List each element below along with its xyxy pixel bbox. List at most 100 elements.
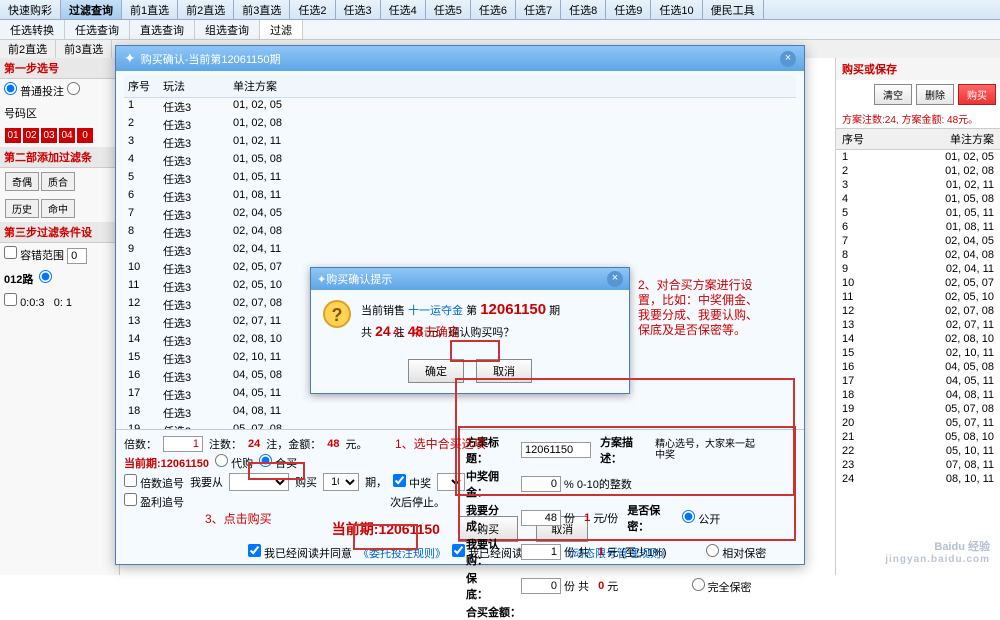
mult-input[interactable]: [163, 436, 203, 452]
sub-tab[interactable]: 任选转换: [0, 20, 65, 39]
table-row[interactable]: 1604, 05, 08: [836, 360, 1000, 374]
star-icon: ✦: [317, 273, 326, 286]
top-tab[interactable]: 任选9: [606, 0, 651, 19]
gb-guar[interactable]: [521, 578, 561, 594]
table-row[interactable]: 1402, 08, 10: [836, 332, 1000, 346]
table-row[interactable]: 4任选301, 05, 08: [124, 152, 796, 170]
route-radio[interactable]: [39, 270, 52, 283]
step2-header: 第二部添加过滤条: [0, 147, 119, 168]
top-tab[interactable]: 前1直选: [122, 0, 178, 19]
table-row[interactable]: 2307, 08, 11: [836, 458, 1000, 472]
mode-other[interactable]: [67, 82, 80, 95]
table-row[interactable]: 2005, 07, 11: [836, 416, 1000, 430]
side-btn[interactable]: 质合: [41, 172, 75, 191]
table-row[interactable]: 1102, 05, 10: [836, 290, 1000, 304]
agree1-chk[interactable]: 我已经阅读并同意: [248, 544, 352, 561]
table-row[interactable]: 401, 05, 08: [836, 192, 1000, 206]
num-box[interactable]: 0: [77, 128, 93, 143]
delete-btn[interactable]: 删除: [916, 84, 954, 105]
confirm-dialog: ✦ 购买确认提示 × ? 当前销售 十一运夺金 第 12061150 期 共 2…: [310, 267, 630, 394]
top-tab[interactable]: 便民工具: [703, 0, 764, 19]
top-tab[interactable]: 过滤查询: [61, 0, 122, 19]
table-row[interactable]: 2205, 10, 11: [836, 444, 1000, 458]
top-tab[interactable]: 任选3: [336, 0, 381, 19]
table-row[interactable]: 1502, 10, 11: [836, 346, 1000, 360]
sub-tab[interactable]: 组选查询: [195, 20, 260, 39]
top-tab[interactable]: 任选4: [381, 0, 426, 19]
gb-sub[interactable]: [521, 544, 561, 560]
win-chk[interactable]: 中奖: [393, 474, 431, 491]
profitchase-chk[interactable]: 盈利追号: [124, 493, 184, 510]
sub-tab[interactable]: 直选查询: [130, 20, 195, 39]
num-box[interactable]: 02: [23, 128, 39, 143]
top-tab[interactable]: 任选2: [290, 0, 335, 19]
step2-btns-b: 历史命中: [0, 195, 119, 222]
sub-tab[interactable]: 任选查询: [65, 20, 130, 39]
table-row[interactable]: 1905, 07, 08: [836, 402, 1000, 416]
table-row[interactable]: 2408, 10, 11: [836, 472, 1000, 486]
table-row[interactable]: 6任选301, 08, 11: [124, 188, 796, 206]
table-row[interactable]: 2任选301, 02, 08: [124, 116, 796, 134]
clear-btn[interactable]: 清空: [874, 84, 912, 105]
top-tab[interactable]: 前3直选: [234, 0, 290, 19]
table-row[interactable]: 8任选302, 04, 08: [124, 224, 796, 242]
table-row[interactable]: 1704, 05, 11: [836, 374, 1000, 388]
right-header: 购买或保存: [836, 58, 1000, 80]
confirm-titlebar[interactable]: ✦ 购买确认提示 ×: [311, 268, 629, 290]
table-row[interactable]: 1302, 07, 11: [836, 318, 1000, 332]
buy-btn-side[interactable]: 购买: [958, 84, 996, 105]
dialog-titlebar[interactable]: ✦ 购买确认-当前第12061150期 ×: [116, 46, 804, 71]
table-row[interactable]: 101, 02, 05: [836, 150, 1000, 164]
table-row[interactable]: 702, 04, 05: [836, 234, 1000, 248]
tertiary-tab[interactable]: 前3直选: [56, 40, 112, 58]
periods-select[interactable]: 10: [323, 473, 359, 491]
table-row[interactable]: 601, 08, 11: [836, 220, 1000, 234]
table-row[interactable]: 9任选302, 04, 11: [124, 242, 796, 260]
table-row[interactable]: 1002, 05, 07: [836, 276, 1000, 290]
route-chk[interactable]: [4, 293, 17, 306]
multchase-chk[interactable]: 倍数追号: [124, 474, 184, 491]
sub-tab[interactable]: 过滤: [260, 20, 303, 39]
num-box[interactable]: 03: [41, 128, 57, 143]
top-tab[interactable]: 任选8: [561, 0, 606, 19]
top-tab[interactable]: 任选5: [426, 0, 471, 19]
table-row[interactable]: 2105, 08, 10: [836, 430, 1000, 444]
close-icon[interactable]: ×: [780, 51, 796, 67]
table-row[interactable]: 201, 02, 08: [836, 164, 1000, 178]
side-btn[interactable]: 奇偶: [5, 172, 39, 191]
sec-full[interactable]: 完全保密: [692, 578, 752, 595]
side-btn[interactable]: 历史: [5, 199, 39, 218]
table-row[interactable]: 1804, 08, 11: [836, 388, 1000, 402]
star-icon: ✦: [124, 50, 136, 67]
question-icon: ?: [323, 300, 351, 328]
tertiary-tab[interactable]: 前2直选: [0, 40, 56, 58]
num-box[interactable]: 01: [5, 128, 21, 143]
top-tab[interactable]: 前2直选: [178, 0, 234, 19]
table-row[interactable]: 1任选301, 02, 05: [124, 98, 796, 116]
top-tab[interactable]: 任选6: [471, 0, 516, 19]
sec-public[interactable]: 公开: [682, 510, 720, 527]
top-tab[interactable]: 任选7: [516, 0, 561, 19]
gb-div[interactable]: [521, 510, 561, 526]
mode-normal[interactable]: 普通投注: [4, 86, 64, 98]
redbox-groupbuy: [248, 462, 305, 480]
tolerance-input[interactable]: [67, 248, 87, 264]
table-row[interactable]: 7任选302, 04, 05: [124, 206, 796, 224]
num-area-label: 号码区: [0, 102, 119, 124]
close-icon[interactable]: ×: [607, 271, 623, 287]
redbox-ok: [450, 340, 500, 362]
top-tab[interactable]: 任选10: [651, 0, 702, 19]
sec-rel[interactable]: 相对保密: [706, 544, 766, 561]
side-btn[interactable]: 命中: [41, 199, 75, 218]
top-tab[interactable]: 快速购彩: [0, 0, 61, 19]
table-row[interactable]: 501, 05, 11: [836, 206, 1000, 220]
table-row[interactable]: 902, 04, 11: [836, 262, 1000, 276]
redbox-settings: [455, 378, 795, 496]
table-row[interactable]: 802, 04, 08: [836, 248, 1000, 262]
table-row[interactable]: 301, 02, 11: [836, 178, 1000, 192]
table-row[interactable]: 5任选301, 05, 11: [124, 170, 796, 188]
table-row[interactable]: 1202, 07, 08: [836, 304, 1000, 318]
tolerance-chk[interactable]: [4, 246, 17, 259]
table-row[interactable]: 3任选301, 02, 11: [124, 134, 796, 152]
num-box[interactable]: 04: [59, 128, 75, 143]
